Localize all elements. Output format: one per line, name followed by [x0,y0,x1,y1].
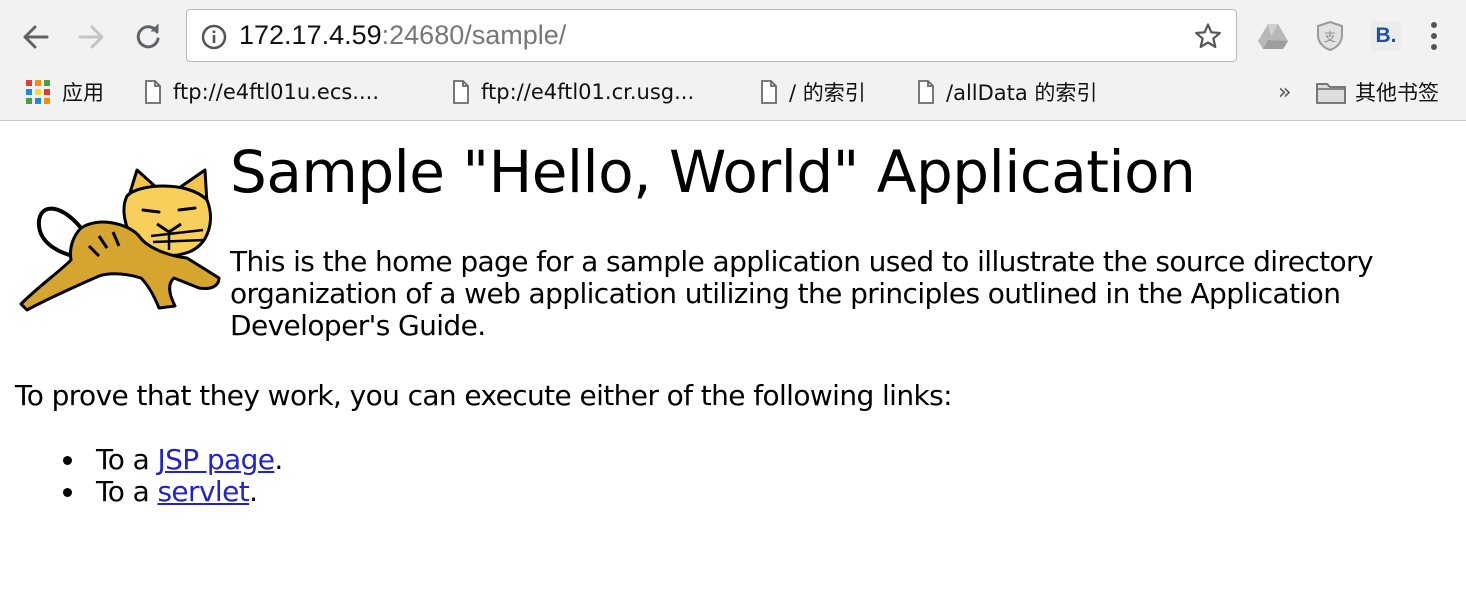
reload-icon [136,24,160,49]
b-extension-label: B. [1371,21,1401,51]
menu-button[interactable] [1420,18,1448,54]
url-path: :24680/sample/ [381,20,567,50]
bookmark-label: /allData 的索引 [946,81,1098,105]
browser-chrome: 172.17.4.59:24680/sample/ 支 B. 应用 ftp://… [0,0,1466,121]
address-bar[interactable]: 172.17.4.59:24680/sample/ [186,9,1237,62]
menu-dot-icon [1431,44,1437,50]
arrow-left-icon [23,25,49,49]
list-item-suffix: . [274,443,283,476]
bookmark-label: ftp://e4ftl01u.ecs.... [173,80,380,104]
bookmark-apps-label: 应用 [62,81,104,105]
star-icon[interactable] [1194,22,1222,50]
list-item: To a servlet. [63,475,283,508]
other-bookmarks-label: 其他书签 [1355,81,1439,105]
page-title: Sample "Hello, World" Application [230,138,1196,206]
page-icon [761,80,777,104]
bookmark-item[interactable]: ftp://e4ftl01u.ecs.... [144,72,379,112]
bookmarks-overflow-button[interactable]: » [1278,72,1291,112]
page-content: Sample "Hello, World" Application This i… [0,122,1466,596]
list-item: To a JSP page. [63,443,283,476]
bookmark-label: / 的索引 [789,81,866,105]
shield-icon: 支 [1317,20,1343,52]
info-icon[interactable] [201,24,227,50]
bookmarks-bar: 应用 ftp://e4ftl01u.ecs.... ftp://e4ftl01.… [0,72,1466,112]
links-intro-text: To prove that they work, you can execute… [15,379,953,412]
shield-extension-button[interactable]: 支 [1313,19,1347,53]
page-icon [453,80,469,104]
drive-icon [1258,24,1288,49]
tomcat-logo-icon [19,168,221,312]
b-extension-button[interactable]: B. [1369,19,1403,53]
forward-button[interactable] [71,17,111,57]
folder-icon [1316,83,1346,104]
list-item-suffix: . [249,475,258,508]
page-icon [145,80,161,104]
back-button[interactable] [16,17,56,57]
list-item-prefix: To a [96,443,158,476]
drive-extension-button[interactable] [1256,19,1290,53]
links-list: To a JSP page. To a servlet. [63,443,283,508]
apps-grid-icon [26,80,50,104]
jsp-page-link[interactable]: JSP page [157,443,275,476]
menu-dot-icon [1431,33,1437,39]
list-item-prefix: To a [96,475,158,508]
bookmark-label: ftp://e4ftl01.cr.usg... [481,80,695,104]
menu-dot-icon [1431,22,1437,28]
bookmark-item[interactable]: ftp://e4ftl01.cr.usg... [452,72,694,112]
reload-button[interactable] [128,17,168,57]
intro-paragraph: This is the home page for a sample appli… [230,245,1374,342]
servlet-link[interactable]: servlet [157,475,249,508]
url-host: 172.17.4.59 [239,20,382,50]
page-icon [918,80,934,104]
bookmark-item[interactable]: / 的索引 [760,72,866,112]
arrow-right-icon [78,25,104,49]
chevron-double-right-icon: » [1278,79,1292,105]
bookmark-apps[interactable]: 应用 [25,72,104,112]
other-bookmarks-folder[interactable]: 其他书签 [1316,72,1439,112]
bookmark-item[interactable]: /allData 的索引 [917,72,1097,112]
url-text[interactable]: 172.17.4.59:24680/sample/ [239,20,566,51]
svg-text:支: 支 [1324,30,1336,44]
